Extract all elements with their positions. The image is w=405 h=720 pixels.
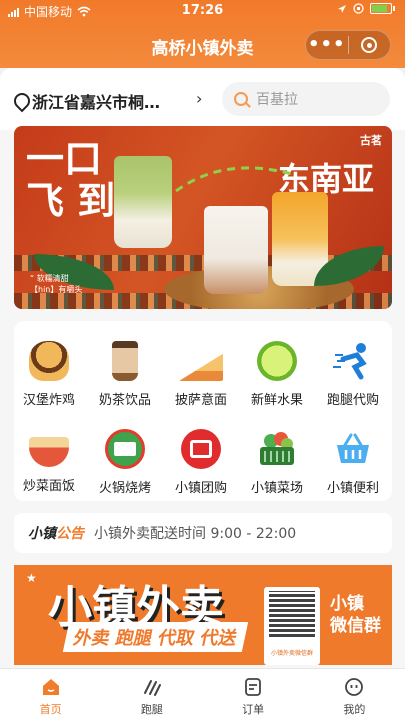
burger-icon — [29, 341, 69, 381]
category-item[interactable]: 跑腿代购 — [318, 341, 388, 408]
search-icon — [234, 92, 248, 106]
tab-errand[interactable]: 跑腿 — [101, 669, 202, 720]
home-icon — [42, 679, 59, 695]
category-label: 小镇菜场 — [250, 481, 303, 496]
location-text: 浙江省嘉兴市桐… — [32, 93, 161, 112]
tab-orders[interactable]: 订单 — [203, 669, 304, 720]
announcement-bar[interactable]: 小镇公告 小镇外卖配送时间 9:00 - 22:00 — [14, 513, 392, 553]
category-item[interactable]: 新鲜水果 — [242, 341, 312, 408]
category-label: 汉堡炸鸡 — [22, 393, 75, 408]
group-buy-icon — [181, 429, 221, 469]
category-item[interactable]: 汉堡炸鸡 — [14, 341, 84, 408]
bottom-tab-bar: 首页 跑腿 订单 我的 — [0, 668, 405, 720]
announcement-tag-b: 公告 — [56, 526, 84, 542]
announcement-tag: 小镇公告 — [28, 523, 84, 543]
category-label: 小镇团购 — [174, 481, 227, 496]
profile-face-icon — [345, 678, 364, 696]
category-label: 火锅烧烤 — [98, 481, 151, 496]
wechat-group-promo[interactable]: ★ 小镇外卖 外卖 跑腿 代取 代送 小镇外卖微信群 小镇 微信群 — [14, 565, 392, 665]
announcement-text: 小镇外卖配送时间 9:00 - 22:00 — [94, 526, 297, 542]
search-box[interactable]: 百基拉 — [222, 82, 390, 116]
banner-bottom-text: “ 软糯清甜 【hin】有嚼头 — [30, 274, 83, 294]
battery-tip — [393, 6, 395, 11]
hotpot-badge-icon — [105, 429, 145, 469]
milk-tea-cup-image — [204, 206, 268, 294]
announcement-tag-a: 小镇 — [28, 526, 56, 542]
category-item[interactable]: 小镇团购 — [166, 429, 236, 496]
milk-tea-icon — [112, 341, 138, 381]
more-button[interactable]: ••• — [306, 30, 348, 60]
lime-icon — [257, 341, 297, 381]
category-label: 跑腿代购 — [326, 393, 379, 408]
category-item[interactable]: 奶茶饮品 — [90, 341, 160, 408]
location-arrow-icon — [338, 4, 346, 13]
qr-code-image — [269, 591, 315, 637]
category-item[interactable]: 火锅烧烤 — [90, 429, 160, 496]
banner-headline-left: 一口 飞 到 — [26, 137, 116, 223]
tab-label: 首页 — [39, 703, 62, 716]
miniprogram-capsule: ••• — [305, 30, 391, 60]
tab-label: 订单 — [242, 703, 265, 716]
category-grid: 汉堡炸鸡 奶茶饮品 披萨意面 新鲜水果 跑腿代购 炒菜面饭 火锅烧烤 小镇团购 … — [14, 321, 392, 501]
noodle-bowl-icon — [29, 437, 69, 467]
category-label: 炒菜面饭 — [22, 479, 75, 494]
order-icon — [245, 678, 262, 696]
promo-side-text: 小镇 微信群 — [330, 593, 381, 637]
battery-icon — [370, 3, 392, 14]
rotation-lock-icon — [353, 3, 364, 14]
status-right — [337, 3, 395, 14]
shopping-basket-icon — [333, 429, 373, 469]
location-pin-icon — [14, 93, 26, 109]
dashed-route-icon — [175, 166, 293, 193]
tab-label: 跑腿 — [140, 703, 163, 716]
promo-side-line1: 小镇 — [330, 594, 364, 614]
category-label: 新鲜水果 — [250, 393, 303, 408]
promo-subtitle: 外卖 跑腿 代取 代送 — [62, 622, 249, 652]
category-item[interactable]: 炒菜面饭 — [14, 429, 84, 494]
tab-label: 我的 — [343, 703, 366, 716]
qr-code-card: 小镇外卖微信群 — [264, 587, 320, 665]
category-item[interactable]: 披萨意面 — [166, 341, 236, 408]
tab-mine[interactable]: 我的 — [304, 669, 405, 720]
category-item[interactable]: 小镇便利 — [318, 429, 388, 496]
location-search-row: 浙江省嘉兴市桐… › 百基拉 — [0, 68, 405, 130]
banner-brand-logo: 古茗 — [360, 134, 382, 147]
search-placeholder: 百基拉 — [256, 92, 298, 108]
location-selector[interactable]: 浙江省嘉兴市桐… — [14, 89, 160, 113]
close-target-icon — [361, 37, 378, 53]
promo-side-line2: 微信群 — [330, 616, 381, 636]
pizza-icon — [179, 353, 223, 381]
category-label: 奶茶饮品 — [98, 393, 151, 408]
errand-runner-icon — [143, 680, 161, 696]
close-button[interactable] — [349, 37, 391, 53]
runner-icon — [333, 341, 373, 381]
category-label: 披萨意面 — [174, 393, 227, 408]
status-bar: 中国移动 17:26 — [0, 0, 405, 22]
star-icon: ★ — [26, 571, 37, 585]
chevron-right-icon[interactable]: › — [196, 89, 202, 108]
category-item[interactable]: 小镇菜场 — [242, 429, 312, 496]
main-content: 浙江省嘉兴市桐… › 百基拉 一口 飞 到 东南亚 古茗 “ 软糯清甜 【hin… — [0, 68, 405, 668]
category-label: 小镇便利 — [326, 481, 379, 496]
promo-banner[interactable]: 一口 飞 到 东南亚 古茗 “ 软糯清甜 【hin】有嚼头 — [14, 126, 392, 309]
qr-caption: 小镇外卖微信群 — [270, 650, 313, 657]
vegetable-basket-icon — [257, 429, 297, 469]
matcha-cup-image — [114, 156, 172, 248]
tab-home[interactable]: 首页 — [0, 669, 101, 720]
app-header: 中国移动 17:26 高桥小镇外卖 ••• — [0, 0, 405, 68]
